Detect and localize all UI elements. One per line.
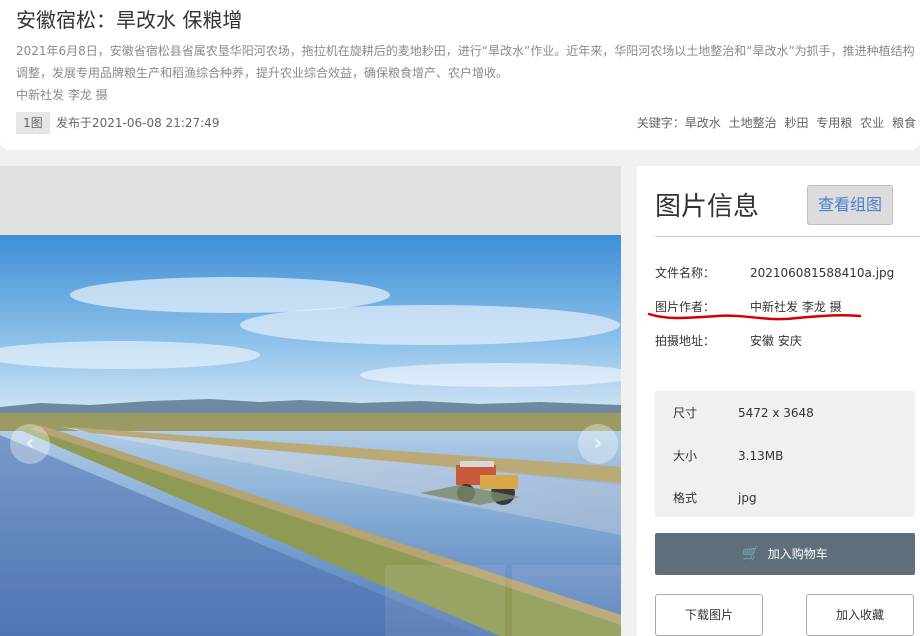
chevron-left-icon[interactable]: ‹ [10,424,50,464]
spec-row-size: 尺寸 5472 x 3648 [655,404,814,421]
keyword-link[interactable]: 粮食 [892,116,916,130]
page-title: 安徽宿松：旱改水 保粮增 [16,8,243,32]
keyword-link[interactable]: 土地整治 [729,116,777,130]
image-info-panel: 图片信息 查看组图 文件名称： 202106081588410a.jpg 图片作者… [637,166,920,636]
spec-label: 尺寸 [673,406,698,420]
keywords-label: 关键字： [636,116,685,130]
image-viewer: ‹ › [0,166,621,636]
info-label: 拍摄地址： [655,334,716,348]
spec-row-format: 格式 jpg [655,489,757,506]
chevron-right-icon[interactable]: › [578,424,618,464]
add-favorite-button[interactable]: 加入收藏 [806,594,914,636]
divider [655,236,920,237]
watermark-logo [385,565,621,636]
spec-row-filesize: 大小 3.13MB [655,447,783,464]
panel-title: 图片信息 [655,192,760,222]
info-value: 202106081588410a.jpg [750,266,895,280]
keyword-link[interactable]: 耖田 [784,116,808,130]
image-count-badge: 1图 [16,112,50,134]
download-button[interactable]: 下载图片 [655,594,763,636]
article-description: 2021年6月8日，安徽省宿松县省属农垦华阳河农场，拖拉机在旋耕后的麦地耖田，进… [16,44,915,80]
keyword-link[interactable]: 旱改水 [685,116,721,130]
cart-label: 加入购物车 [767,547,828,561]
cart-icon: 🛒 [742,546,760,562]
keywords: 关键字：旱改水 土地整治 耖田 专用粮 农业 粮食 [637,114,916,131]
view-group-button[interactable]: 查看组图 [807,185,893,225]
article-header: 安徽宿松：旱改水 保粮增 2021年6月8日，安徽省宿松县省属农垦华阳河农场，拖… [0,0,920,150]
keyword-link[interactable]: 专用粮 [816,116,852,130]
photo-credit: 中新社发 李龙 摄 [16,88,108,102]
red-annotation-underline [647,312,862,321]
info-row-location: 拍摄地址： 安徽 安庆 [655,332,802,349]
info-label: 文件名称： [655,266,716,280]
spec-value: 5472 x 3648 [738,406,814,420]
spec-value: 3.13MB [738,449,784,463]
keyword-link[interactable]: 农业 [860,116,884,130]
spec-value: jpg [738,491,757,505]
publish-time: 发布于2021-06-08 21:27:49 [56,116,220,130]
spec-label: 大小 [673,449,698,463]
info-row-filename: 文件名称： 202106081588410a.jpg [655,264,894,281]
farm-tractor-photo [0,235,621,636]
add-to-cart-button[interactable]: 🛒 加入购物车 [655,533,915,575]
info-value: 安徽 安庆 [750,334,802,348]
spec-label: 格式 [673,491,698,505]
main-photo[interactable] [0,235,621,636]
